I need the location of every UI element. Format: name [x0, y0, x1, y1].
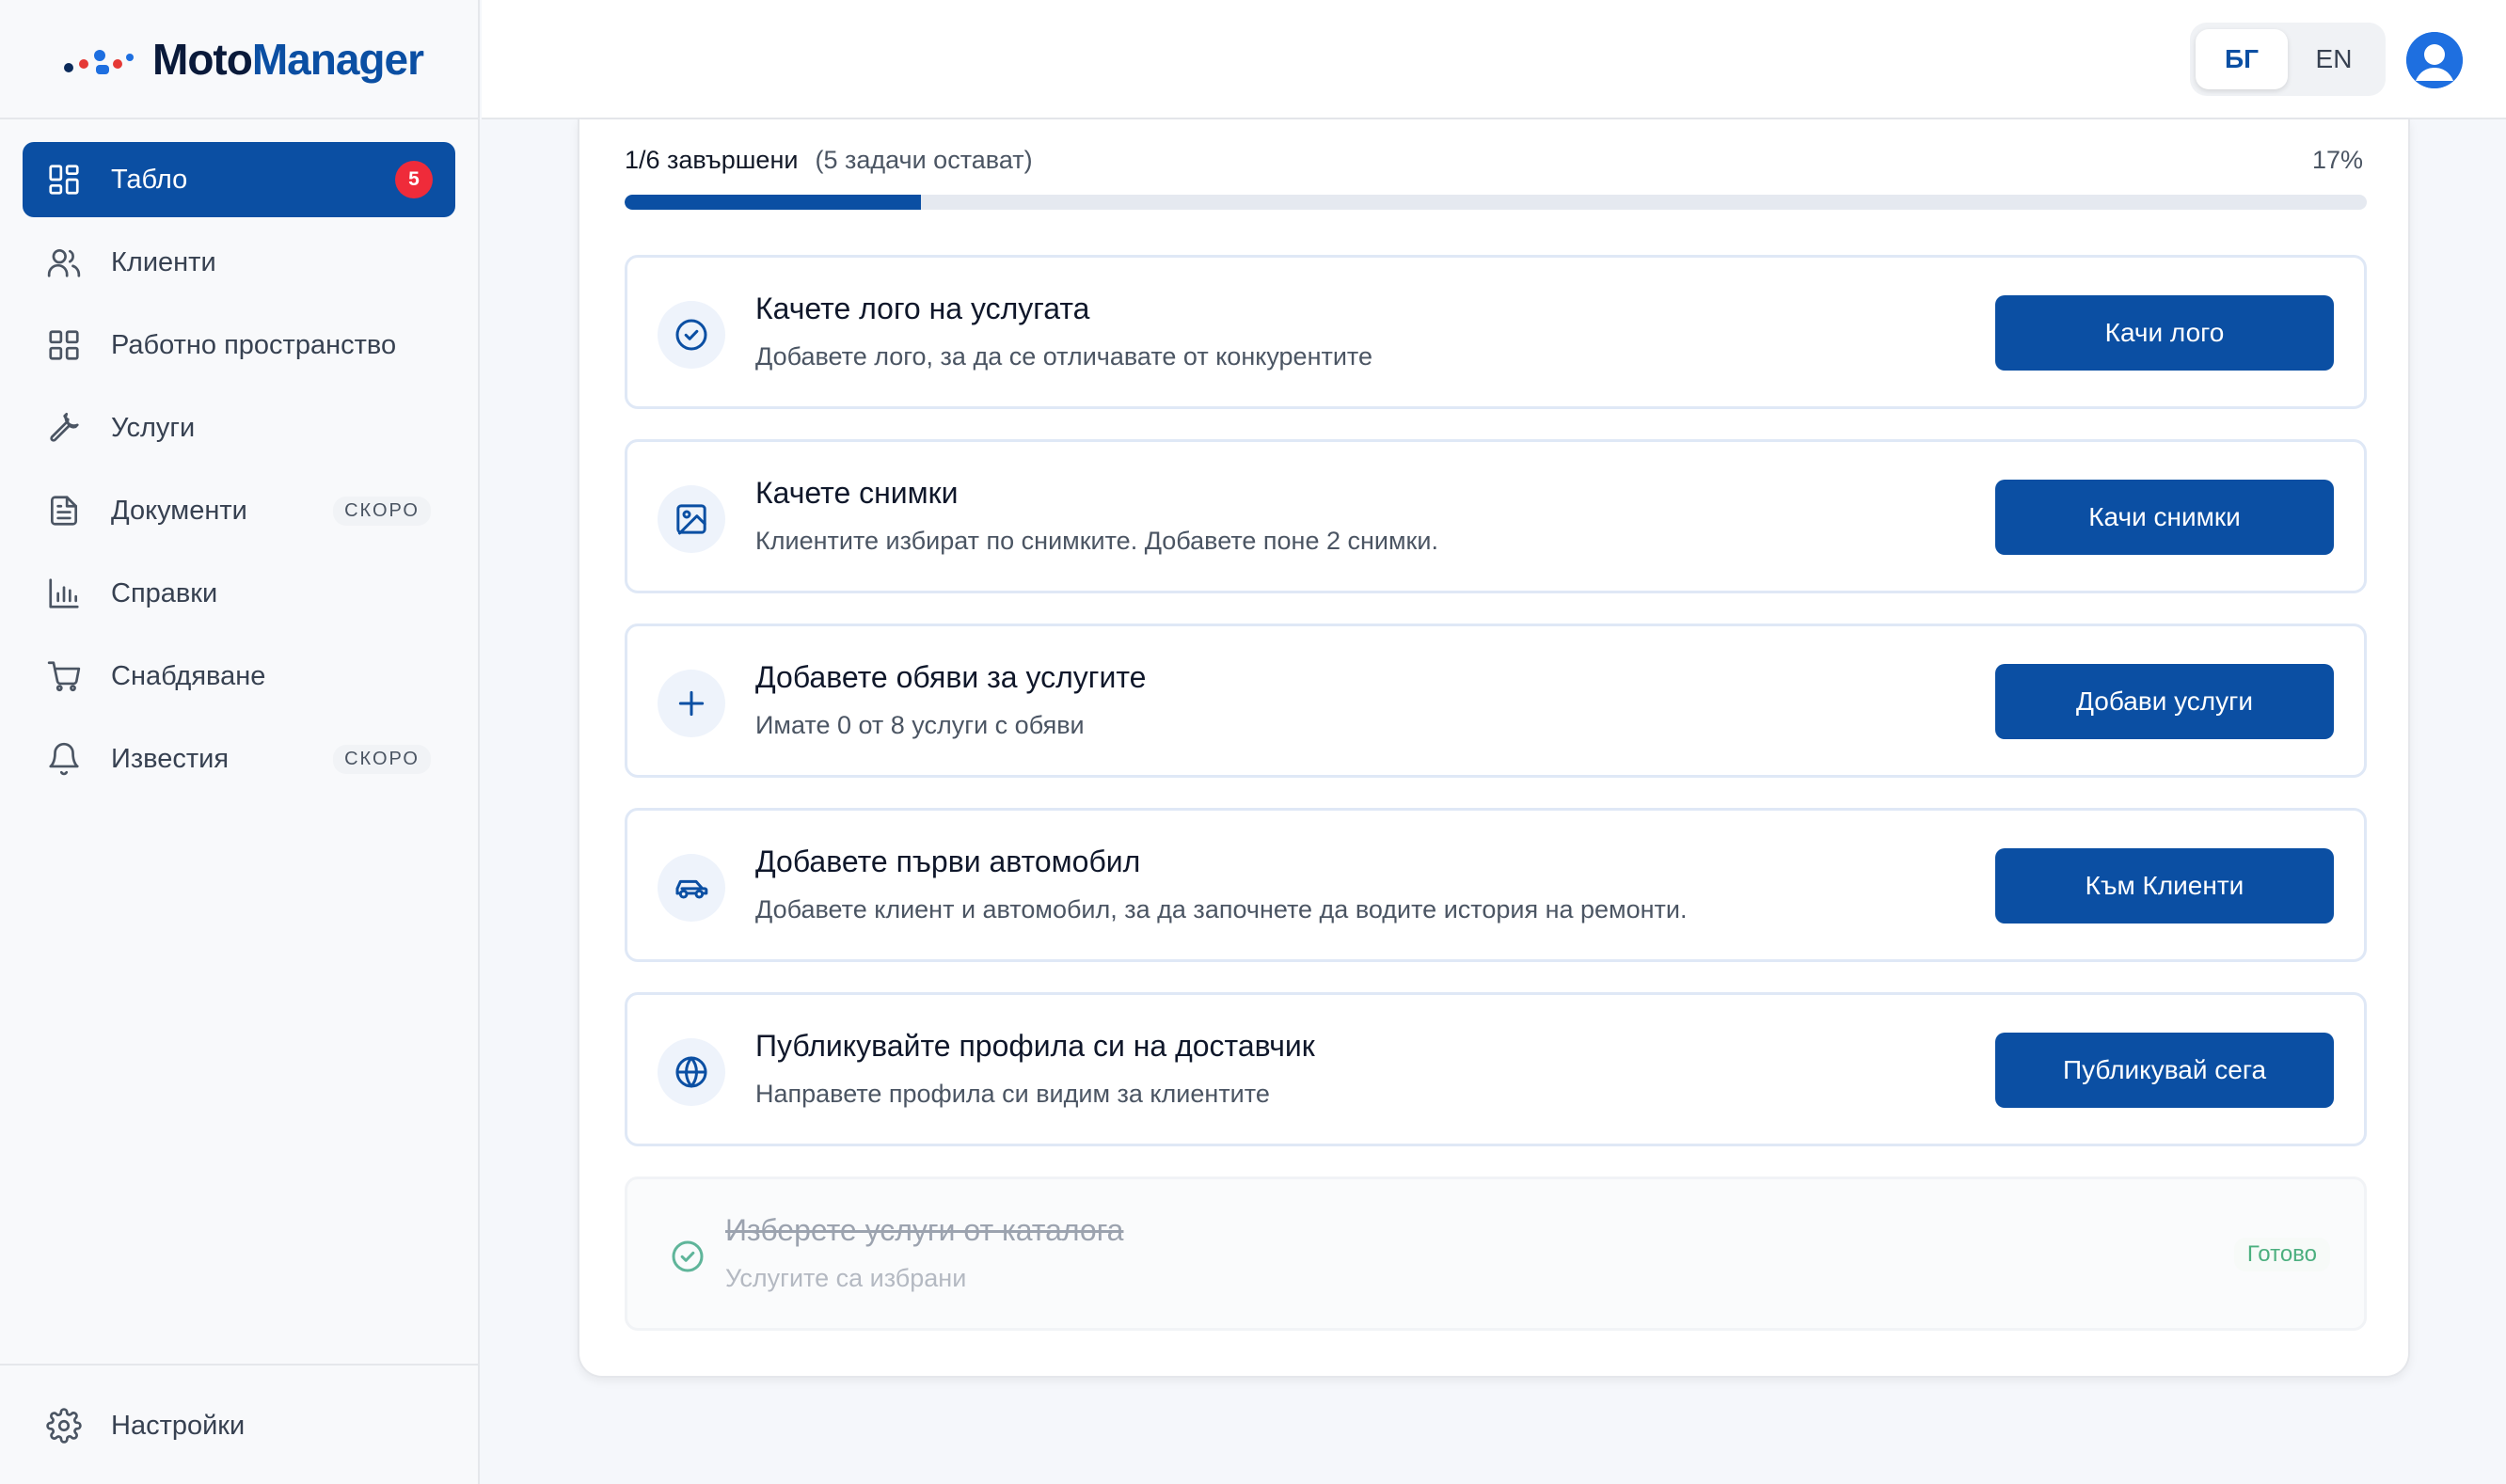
upload-photos-button[interactable]: Качи снимки	[1995, 480, 2334, 555]
chart-icon	[45, 575, 83, 612]
task-description: Клиентите избират по снимките. Добавете …	[755, 527, 1438, 555]
sidebar-item-dashboard[interactable]: Табло 5	[23, 142, 455, 217]
sidebar-item-supply[interactable]: Снабдяване	[23, 639, 455, 714]
status-badge: Готово	[2233, 1238, 2330, 1271]
progress-percent: 17%	[2311, 146, 2363, 174]
task-publish-profile: Публикувайте профила си на доставчик Нап…	[625, 992, 2367, 1146]
sidebar-item-label: Клиенти	[111, 246, 216, 277]
sidebar-item-label: Настройки	[111, 1410, 246, 1441]
progress-bar-fill	[625, 195, 921, 210]
task-title: Качете снимки	[755, 476, 959, 510]
sidebar-item-label: Известия	[111, 743, 230, 774]
notification-badge: 5	[395, 161, 433, 198]
task-title: Добавете първи автомобил	[755, 845, 1141, 878]
sidebar: MotoManager Табло 5 Клиенти Работно прос…	[0, 0, 480, 1484]
task-title: Качете лого на услугата	[755, 292, 1090, 325]
dashboard-icon	[45, 161, 83, 198]
sidebar-item-workspace[interactable]: Работно пространство	[23, 308, 455, 383]
task-title: Добавете обяви за услугите	[755, 660, 1147, 694]
image-icon	[658, 485, 725, 553]
check-circle-icon	[658, 301, 725, 369]
document-icon	[45, 492, 83, 529]
brand-logo[interactable]: MotoManager	[0, 0, 478, 119]
gear-icon	[45, 1407, 83, 1445]
coming-soon-tag: СКОРО	[333, 497, 431, 526]
user-icon	[2406, 32, 2463, 88]
upload-logo-button[interactable]: Качи лого	[1995, 295, 2334, 371]
language-bg-button[interactable]: БГ	[2196, 29, 2288, 89]
sidebar-item-label: Работно пространство	[111, 329, 397, 360]
task-title: Публикувайте профила си на доставчик	[755, 1029, 1315, 1063]
sidebar-item-label: Табло	[111, 164, 188, 195]
language-switcher: БГ EN	[2190, 23, 2386, 96]
task-description: Имате 0 от 8 услуги с обяви	[755, 711, 1085, 739]
sidebar-nav: Табло 5 Клиенти Работно пространство Усл…	[0, 119, 478, 797]
language-en-button[interactable]: EN	[2288, 29, 2380, 89]
plus-icon	[658, 670, 725, 737]
sidebar-item-settings[interactable]: Настройки	[23, 1388, 455, 1463]
task-add-service-ads: Добавете обяви за услугите Имате 0 от 8 …	[625, 624, 2367, 778]
progress-bar	[625, 195, 2367, 210]
sidebar-item-notifications[interactable]: Известия СКОРО	[23, 721, 455, 797]
sidebar-item-label: Справки	[111, 577, 218, 608]
sidebar-footer: Настройки	[0, 1364, 478, 1484]
sidebar-item-documents[interactable]: Документи СКОРО	[23, 473, 455, 548]
progress-done-text: 1/6 завършени	[625, 146, 799, 174]
task-upload-logo: Качете лого на услугата Добавете лого, з…	[625, 255, 2367, 409]
task-description: Услугите са избрани	[725, 1264, 967, 1292]
task-upload-photos: Качете снимки Клиентите избират по снимк…	[625, 439, 2367, 593]
progress-header: 1/6 завършени (5 задачи остават) 17%	[625, 146, 2363, 175]
progress-remaining-text: (5 задачи остават)	[815, 146, 1033, 174]
workspace-icon	[45, 326, 83, 364]
onboarding-card: 1/6 завършени (5 задачи остават) 17% Кач…	[578, 119, 2410, 1378]
sidebar-item-reports[interactable]: Справки	[23, 556, 455, 631]
sidebar-item-services[interactable]: Услуги	[23, 390, 455, 466]
bell-icon	[45, 740, 83, 778]
top-bar: БГ EN	[482, 0, 2506, 119]
task-description: Направете профила си видим за клиентите	[755, 1080, 1270, 1108]
publish-now-button[interactable]: Публикувай сега	[1995, 1033, 2334, 1108]
car-icon	[658, 854, 725, 922]
task-description: Добавете клиент и автомобил, за да започ…	[755, 895, 1688, 924]
sidebar-item-label: Услуги	[111, 412, 196, 443]
go-to-clients-button[interactable]: Към Клиенти	[1995, 848, 2334, 924]
cart-icon	[45, 657, 83, 695]
task-title: Изберете услуги от каталога	[725, 1213, 1124, 1247]
sidebar-item-clients[interactable]: Клиенти	[23, 225, 455, 300]
brand-name: MotoManager	[152, 34, 424, 84]
wrench-icon	[45, 409, 83, 447]
users-icon	[45, 244, 83, 281]
globe-icon	[658, 1038, 725, 1106]
sidebar-item-label: Снабдяване	[111, 660, 266, 691]
sidebar-item-label: Документи	[111, 495, 247, 526]
user-avatar[interactable]	[2406, 32, 2463, 88]
check-circle-icon	[654, 1223, 722, 1290]
add-services-button[interactable]: Добави услуги	[1995, 664, 2334, 739]
logo-mark-icon	[62, 40, 135, 78]
task-description: Добавете лого, за да се отличавате от ко…	[755, 342, 1373, 371]
task-select-services-completed: Изберете услуги от каталога Услугите са …	[625, 1176, 2367, 1331]
coming-soon-tag: СКОРО	[333, 745, 431, 774]
task-add-first-car: Добавете първи автомобил Добавете клиент…	[625, 808, 2367, 962]
